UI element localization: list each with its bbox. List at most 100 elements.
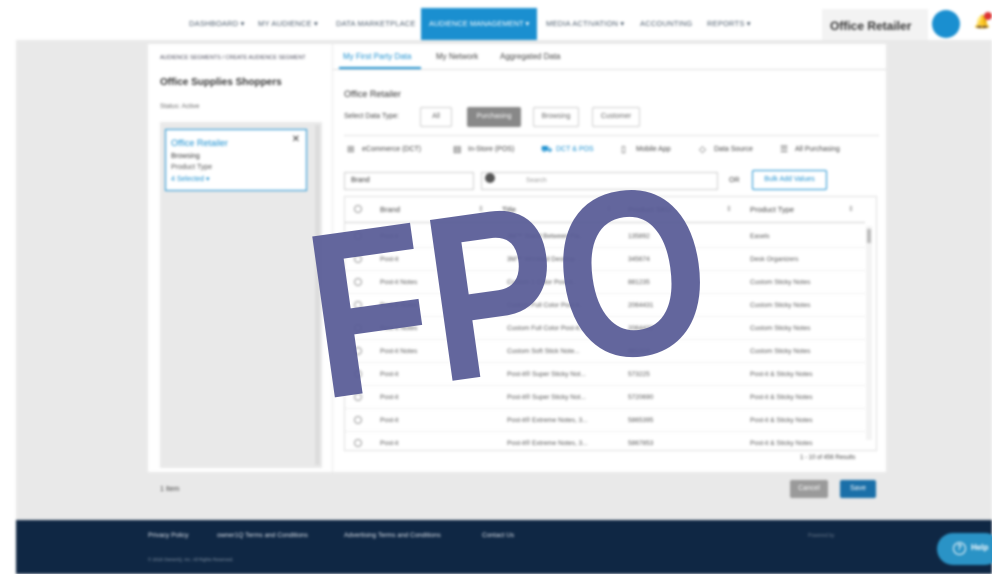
row-select-radio[interactable] (354, 370, 362, 378)
results-count: 1 - 10 of 456 Results (800, 455, 856, 461)
sort-icon[interactable]: ⇕ (478, 205, 484, 213)
column-header-brand[interactable]: Brand (380, 205, 400, 214)
filter-dct-pos[interactable]: ⛟ DCT & POS (541, 144, 594, 154)
filter-mobile-app-label: Mobile App (636, 145, 671, 153)
table-row-divider (345, 408, 865, 409)
top-navigation: DASHBOARD ▾ MY AUDIENCE ▾ DATA MARKETPLA… (0, 0, 992, 44)
table-cell: 881235 (628, 279, 650, 286)
breadcrumb[interactable]: AUDIENCE SEGMENTS / CREATE AUDIENCE SEGM… (160, 55, 306, 61)
table-cell: Custom Sticky Notes (750, 302, 811, 309)
column-header-sku[interactable]: Product SKU (628, 205, 671, 214)
cart-store-icon: ⛟ (541, 144, 553, 154)
row-select-radio[interactable] (354, 416, 362, 424)
avatar[interactable] (932, 10, 960, 38)
table-cell: Post-it Notes (380, 325, 418, 332)
data-type-all[interactable]: All (420, 107, 452, 127)
table-cell: Custom Soft Stick Note... (507, 348, 580, 355)
tab-first-party-data[interactable]: My First Party Data (343, 52, 411, 61)
table-cell: 5720690 (628, 394, 654, 401)
data-type-browsing[interactable]: Browsing (533, 107, 579, 127)
help-button[interactable]: ? Help (937, 533, 992, 565)
save-button[interactable]: Save (840, 480, 876, 498)
footer-link-privacy[interactable]: Privacy Policy (148, 532, 188, 539)
company-selector[interactable]: Office Retailer (822, 9, 928, 41)
select-all-radio[interactable] (354, 205, 362, 213)
table-cell: 2064431 (628, 302, 654, 309)
table-row-divider (345, 293, 865, 294)
data-type-purchasing[interactable]: Purchasing (467, 107, 521, 127)
sort-icon[interactable]: ⇕ (726, 205, 732, 213)
notification-badge (984, 12, 992, 20)
row-select-radio[interactable] (354, 232, 362, 240)
row-select-radio[interactable] (354, 278, 362, 286)
table-cell: Custom Full Color Post-it... (507, 325, 585, 332)
table-cell: Post-it & Sticky Notes (750, 371, 813, 378)
table-scrollbar[interactable] (866, 226, 872, 440)
criteria-card[interactable]: Office Retailer ✕ Browsing Product Type … (165, 129, 307, 191)
data-type-customer[interactable]: Customer (592, 107, 640, 127)
row-select-radio[interactable] (354, 393, 362, 401)
footer-link-advertising-terms[interactable]: Advertising Terms and Conditions (344, 532, 441, 539)
cancel-button[interactable]: Cancel (790, 480, 828, 498)
items-count: 1 Item (160, 486, 180, 493)
row-select-radio[interactable] (354, 347, 362, 355)
table-row-divider (345, 339, 865, 340)
column-header-title[interactable]: Title (502, 205, 516, 214)
filter-in-store[interactable]: ▤ In-Store (POS) (453, 144, 514, 154)
table-row-divider (345, 316, 865, 317)
tab-my-network[interactable]: My Network (436, 52, 478, 61)
criteria-card-attribute: Product Type (171, 164, 213, 171)
nav-media-activation[interactable]: MEDIA ACTIVATION ▾ (546, 19, 624, 28)
table-row-divider (345, 385, 865, 386)
nav-dashboard[interactable]: DASHBOARD ▾ (189, 19, 245, 28)
nav-accounting[interactable]: ACCOUNTING (640, 19, 692, 28)
row-select-radio[interactable] (354, 255, 362, 263)
table-cell: Post-it & Sticky Notes (750, 440, 813, 447)
table-cell: Custom Sticky Notes (750, 325, 811, 332)
filter-all-purchasing-label: All Purchasing (795, 145, 840, 153)
search-input[interactable] (481, 172, 718, 190)
data-type-label: Select Data Type: (344, 113, 400, 120)
row-select-radio[interactable] (354, 439, 362, 447)
filter-data-source-label: Data Source (714, 145, 753, 153)
nav-reports[interactable]: REPORTS ▾ (707, 19, 751, 28)
row-select-radio[interactable] (354, 324, 362, 332)
store-icon: ▤ (453, 144, 462, 154)
tab-aggregated-data[interactable]: Aggregated Data (500, 52, 561, 61)
footer-link-owneriq-terms[interactable]: owner1Q Terms and Conditions (217, 532, 308, 539)
table-cell: Post-it (380, 417, 399, 424)
criteria-scrollbar[interactable] (315, 125, 320, 465)
nav-audience-management[interactable]: AUDIENCE MANAGEMENT ▾ (421, 8, 537, 41)
or-label: OR (729, 177, 740, 184)
row-select-radio[interactable] (354, 301, 362, 309)
segment-status: Status: Active (160, 103, 200, 110)
filter-mobile-app[interactable]: ▯ Mobile App (621, 144, 671, 154)
table-cell: Post-it (380, 233, 399, 240)
table-cell: Easels (750, 233, 770, 240)
table-cell: 3M™ Wrinkled Desktop ... (507, 256, 583, 263)
column-header-product-type[interactable]: Product Type (750, 205, 794, 214)
sort-icon[interactable]: ⇕ (848, 205, 854, 213)
filter-all-purchasing[interactable]: ☰ All Purchasing (780, 144, 840, 154)
close-icon[interactable]: ✕ (292, 134, 300, 145)
nav-data-marketplace[interactable]: DATA MARKETPLACE (336, 19, 416, 28)
sort-icon[interactable]: ⇕ (606, 205, 612, 213)
criteria-card-title: Office Retailer (171, 138, 228, 148)
table-cell: Post-it® Super Sticky Not... (507, 394, 586, 401)
table-cell: Custom Sticky Notes (750, 279, 811, 286)
table-cell: 135892 (628, 233, 650, 240)
table-cell: 2064432 (628, 325, 654, 332)
table-scrollbar-thumb[interactable] (867, 229, 871, 243)
filter-data-source[interactable]: ◇ Data Source (699, 144, 753, 154)
table-cell: Custom Full Color Post-it... (507, 302, 585, 309)
search-placeholder: Search (526, 177, 547, 184)
footer-link-contact[interactable]: Contact Us (482, 532, 514, 539)
table-cell: Post-it (380, 371, 399, 378)
search-field-dropdown[interactable]: Brand (344, 172, 474, 190)
bulk-add-values-button[interactable]: Bulk Add Values (752, 170, 827, 190)
filter-ecommerce[interactable]: ⊞ eCommerce (DCT) (347, 144, 421, 154)
nav-my-audience[interactable]: MY AUDIENCE ▾ (258, 19, 318, 28)
criteria-card-selected[interactable]: 4 Selected ▾ (171, 175, 210, 183)
header-divider (345, 222, 865, 223)
results-table (344, 196, 877, 451)
